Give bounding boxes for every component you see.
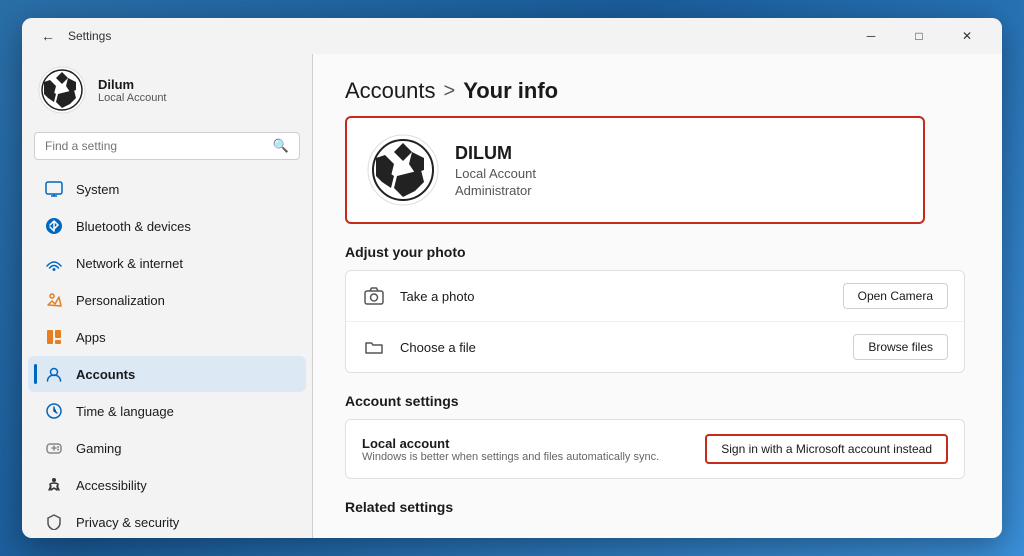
- sign-in-microsoft-button[interactable]: Sign in with a Microsoft account instead: [705, 434, 948, 464]
- sidebar-profile-type: Local Account: [98, 92, 167, 104]
- window-title: Settings: [68, 29, 111, 43]
- sidebar-profile: Dilum Local Account: [22, 54, 312, 126]
- breadcrumb-separator: >: [444, 80, 456, 103]
- user-card-info: DILUM Local Account Administrator: [455, 143, 536, 198]
- apps-icon: [44, 327, 64, 347]
- system-icon: [44, 179, 64, 199]
- sidebar-item-system-label: System: [76, 182, 119, 197]
- choose-file-row: Choose a file Browse files: [346, 322, 964, 372]
- choose-file-label: Choose a file: [400, 340, 839, 355]
- take-photo-row: Take a photo Open Camera: [346, 271, 964, 322]
- user-card-avatar: [367, 134, 439, 206]
- local-account-desc: Windows is better when settings and file…: [362, 451, 705, 463]
- bluetooth-icon: [44, 216, 64, 236]
- sidebar-item-privacy[interactable]: Privacy & security: [28, 504, 306, 530]
- account-settings-title: Account settings: [345, 393, 970, 409]
- sidebar-profile-name: Dilum: [98, 77, 167, 92]
- titlebar: ← Settings ─ □ ✕: [22, 18, 1002, 54]
- privacy-icon: [44, 512, 64, 530]
- sidebar-item-gaming-label: Gaming: [76, 441, 122, 456]
- sidebar-item-bluetooth-label: Bluetooth & devices: [76, 219, 191, 234]
- back-button[interactable]: ←: [34, 22, 62, 50]
- user-card-account-type: Local Account: [455, 166, 536, 181]
- sidebar-item-bluetooth[interactable]: Bluetooth & devices: [28, 208, 306, 244]
- sidebar-item-time-label: Time & language: [76, 404, 174, 419]
- adjust-photo-card: Take a photo Open Camera Choose a file B…: [345, 270, 965, 373]
- sidebar-item-network-label: Network & internet: [76, 256, 183, 271]
- time-icon: [44, 401, 64, 421]
- user-card-name: DILUM: [455, 143, 536, 164]
- settings-window: ← Settings ─ □ ✕: [22, 18, 1002, 538]
- user-card: DILUM Local Account Administrator: [345, 116, 925, 224]
- search-input[interactable]: [45, 139, 265, 153]
- window-controls: ─ □ ✕: [848, 20, 990, 52]
- maximize-button[interactable]: □: [896, 20, 942, 52]
- related-settings-title: Related settings: [345, 499, 970, 515]
- close-button[interactable]: ✕: [944, 20, 990, 52]
- camera-icon: [362, 284, 386, 308]
- breadcrumb: Accounts > Your info: [345, 78, 970, 104]
- sidebar-item-accessibility-label: Accessibility: [76, 478, 147, 493]
- user-card-role: Administrator: [455, 183, 536, 198]
- personalization-icon: [44, 290, 64, 310]
- sidebar: Dilum Local Account 🔍 System: [22, 54, 312, 538]
- browse-files-button[interactable]: Browse files: [853, 334, 948, 360]
- sidebar-item-gaming[interactable]: Gaming: [28, 430, 306, 466]
- sidebar-item-accounts-label: Accounts: [76, 367, 135, 382]
- take-photo-label: Take a photo: [400, 289, 829, 304]
- sidebar-item-time[interactable]: Time & language: [28, 393, 306, 429]
- sidebar-item-apps-label: Apps: [76, 330, 106, 345]
- adjust-photo-title: Adjust your photo: [345, 244, 970, 260]
- folder-icon: [362, 335, 386, 359]
- sidebar-item-accessibility[interactable]: Accessibility: [28, 467, 306, 503]
- sidebar-item-privacy-label: Privacy & security: [76, 515, 179, 530]
- gaming-icon: [44, 438, 64, 458]
- open-camera-button[interactable]: Open Camera: [843, 283, 948, 309]
- account-settings-section: Account settings Local account Windows i…: [345, 393, 970, 479]
- sidebar-item-system[interactable]: System: [28, 171, 306, 207]
- sidebar-item-accounts[interactable]: Accounts: [28, 356, 306, 392]
- minimize-button[interactable]: ─: [848, 20, 894, 52]
- main-layout: Dilum Local Account 🔍 System: [22, 54, 1002, 538]
- sidebar-item-network[interactable]: Network & internet: [28, 245, 306, 281]
- sidebar-item-apps[interactable]: Apps: [28, 319, 306, 355]
- network-icon: [44, 253, 64, 273]
- local-account-title: Local account: [362, 436, 705, 451]
- sidebar-item-personalization-label: Personalization: [76, 293, 165, 308]
- breadcrumb-parent: Accounts: [345, 78, 436, 104]
- sidebar-item-personalization[interactable]: Personalization: [28, 282, 306, 318]
- accounts-icon: [44, 364, 64, 384]
- local-account-info: Local account Windows is better when set…: [362, 436, 705, 463]
- breadcrumb-current: Your info: [463, 78, 558, 104]
- related-settings-section: Related settings: [345, 499, 970, 515]
- local-account-row: Local account Windows is better when set…: [345, 419, 965, 479]
- sidebar-profile-info: Dilum Local Account: [98, 77, 167, 104]
- accessibility-icon: [44, 475, 64, 495]
- sidebar-nav: System Bluetooth & devices Network & int…: [22, 170, 312, 530]
- content-area: Accounts > Your info: [313, 54, 1002, 538]
- search-icon: 🔍: [273, 138, 289, 154]
- avatar: [38, 66, 86, 114]
- sidebar-search[interactable]: 🔍: [34, 132, 300, 160]
- adjust-photo-section: Adjust your photo Take a photo Open Came…: [345, 244, 970, 373]
